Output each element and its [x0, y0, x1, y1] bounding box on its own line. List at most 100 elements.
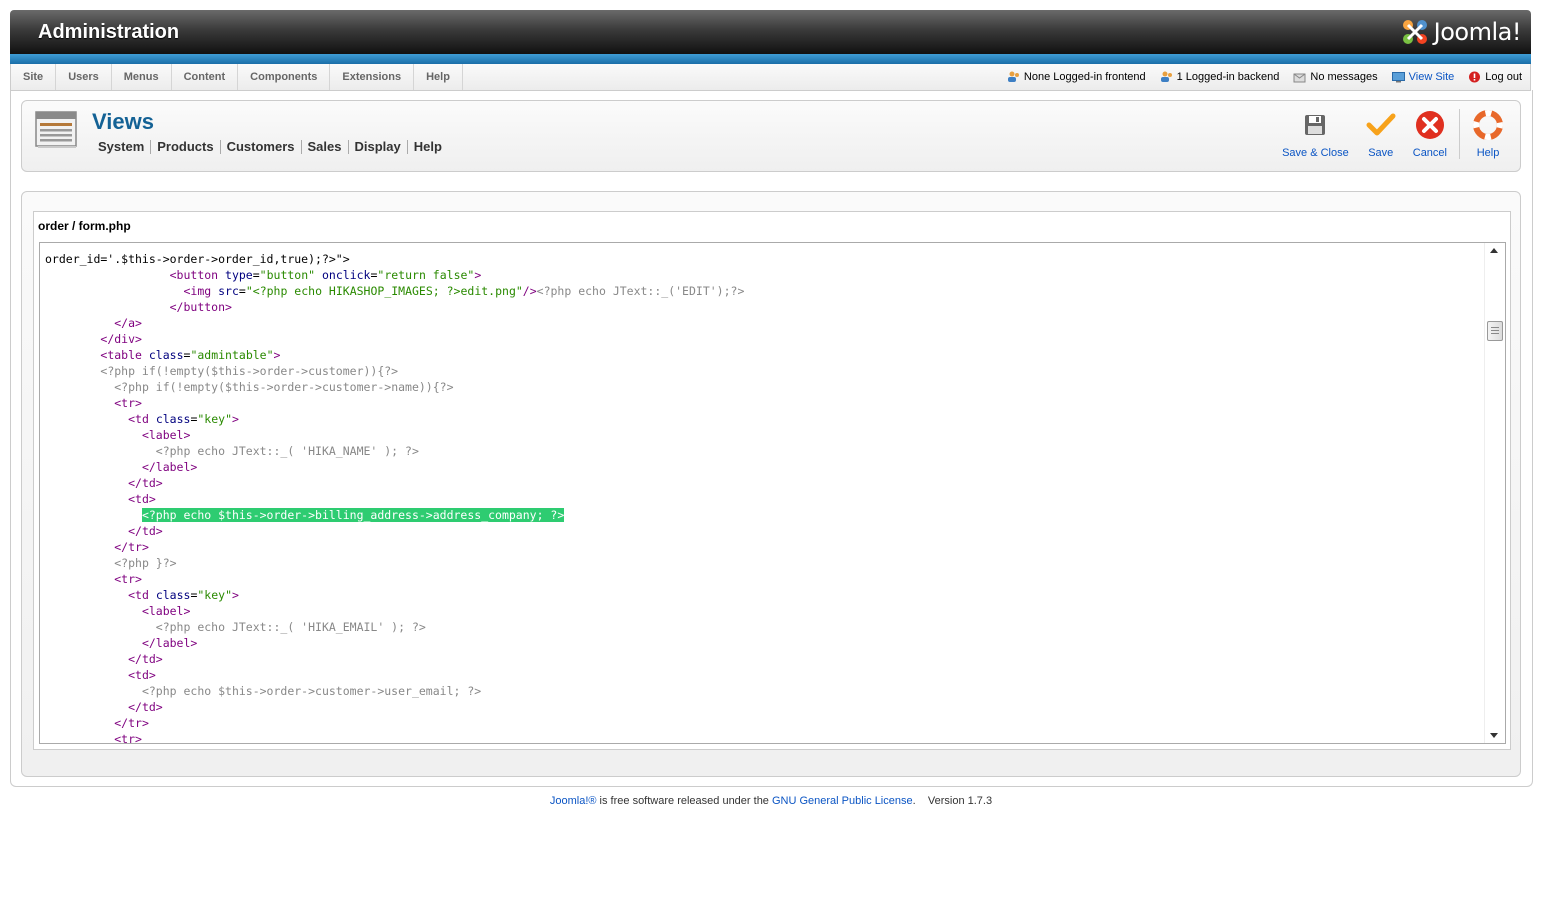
code-line: </label>: [141, 460, 198, 474]
frontend-status-text: None Logged-in frontend: [1023, 71, 1146, 83]
menu-item-users[interactable]: Users: [56, 64, 112, 90]
menu-item-components[interactable]: Components: [238, 64, 331, 90]
code-line: </button>: [169, 300, 232, 314]
help-button[interactable]: Help: [1464, 109, 1512, 159]
backend-status-text: 1 Logged-in backend: [1176, 71, 1280, 83]
toolbar-divider: [1459, 109, 1460, 159]
page-title: Views: [92, 109, 154, 134]
cancel-button[interactable]: Cancel: [1405, 109, 1455, 159]
toolbar-buttons: Save & Close Save Cancel Help: [1274, 109, 1512, 159]
save-button[interactable]: Save: [1357, 109, 1405, 159]
floppy-disk-icon: [1305, 115, 1326, 135]
messages-status[interactable]: No messages: [1293, 71, 1378, 83]
status-bar: None Logged-in frontend 1 Logged-in back…: [1007, 64, 1522, 90]
code-line: order_id='.$this->order->order_id,true);…: [45, 252, 350, 266]
code-line: <?php }?>: [114, 556, 177, 570]
logout-link[interactable]: Log out: [1468, 71, 1522, 83]
code-line: <?php if(!empty($this->order->customer))…: [100, 364, 399, 378]
code-line: <img src="<?php echo HIKASHOP_IMAGES; ?>…: [183, 284, 745, 298]
code-line: <tr>: [114, 732, 142, 743]
code-line: </tr>: [114, 716, 149, 730]
submenu-item-products[interactable]: Products: [150, 140, 219, 154]
scroll-thumb[interactable]: [1487, 321, 1503, 341]
code-line: <tr>: [114, 572, 142, 586]
cancel-label: Cancel: [1412, 147, 1447, 159]
code-line: </label>: [141, 636, 198, 650]
monitor-icon: [1391, 72, 1405, 83]
users-icon: [1007, 71, 1019, 82]
menu-item-help[interactable]: Help: [414, 64, 463, 90]
code-line: <?php echo JText::_( 'HIKA_EMAIL' ); ?>: [155, 620, 426, 634]
menu-item-content[interactable]: Content: [172, 64, 239, 90]
code-line: <?php if(!empty($this->order->customer->…: [114, 380, 454, 394]
footer-text: is free software released under the: [596, 795, 772, 807]
admin-header: Administration Joomla!: [10, 10, 1531, 54]
code-line: </td>: [128, 476, 163, 490]
menu-item-extensions[interactable]: Extensions: [330, 64, 415, 90]
code-line: <button type="button" onclick="return fa…: [169, 268, 482, 282]
code-viewport: order_id='.$this->order->order_id,true);…: [40, 243, 1484, 743]
code-line: <?php echo JText::_( 'HIKA_NAME' ); ?>: [155, 444, 419, 458]
selected-code-highlight: <?php echo $this->order->billing_address…: [141, 508, 565, 522]
lifebuoy-icon: [1473, 110, 1503, 140]
joomla-logo: Joomla!: [1400, 16, 1522, 48]
code-line: <?php echo $this->order->billing_address…: [40, 507, 744, 523]
code-line: <?php echo $this->order->customer->user_…: [141, 684, 482, 698]
help-label: Help: [1476, 147, 1500, 159]
checkmark-icon: [1366, 113, 1396, 136]
code-line: </td>: [128, 652, 163, 666]
content-box: order / form.php order_id='.$this->order…: [21, 191, 1521, 777]
code-line: <td class="key">: [128, 588, 239, 602]
code-line: <label>: [141, 428, 191, 442]
messages-icon: [1293, 73, 1306, 83]
toolbar-box: Views System Products Customers Sales Di…: [21, 100, 1521, 172]
submenu-item-system[interactable]: System: [92, 140, 150, 154]
header-accent-bar: [10, 54, 1531, 64]
code-line: <table class="admintable">: [100, 348, 281, 362]
code-line: </div>: [100, 332, 142, 346]
joomla-logo-icon: [1402, 20, 1427, 44]
code-line: <td class="key">: [128, 412, 239, 426]
code-line: </a>: [114, 316, 142, 330]
views-icon: [35, 111, 77, 148]
view-site-text: View Site: [1408, 71, 1455, 83]
save-label: Save: [1368, 147, 1394, 159]
code-line: </td>: [128, 524, 163, 538]
save-close-button[interactable]: Save & Close: [1274, 109, 1357, 159]
users-icon: [1160, 71, 1172, 82]
code-lines: order_id='.$this->order->order_id,true);…: [40, 243, 744, 743]
scroll-down-arrow-icon[interactable]: [1490, 733, 1498, 738]
submenu-item-display[interactable]: Display: [347, 140, 407, 154]
code-line: <td>: [128, 492, 156, 506]
submenu-item-customers[interactable]: Customers: [219, 140, 301, 154]
code-line: <td>: [128, 668, 156, 682]
code-line: <label>: [141, 604, 191, 618]
footer-joomla-link[interactable]: Joomla!®: [550, 795, 597, 807]
logout-icon: [1469, 71, 1481, 83]
code-line: </td>: [128, 700, 163, 714]
messages-status-text: No messages: [1310, 71, 1378, 83]
menu-item-menus[interactable]: Menus: [112, 64, 172, 90]
code-editor[interactable]: order_id='.$this->order->order_id,true);…: [39, 242, 1506, 744]
logo-text: Joomla!: [1433, 18, 1522, 46]
view-site-link[interactable]: View Site: [1391, 71, 1455, 83]
submenu-item-sales[interactable]: Sales: [300, 140, 348, 154]
frontend-users-status: None Logged-in frontend: [1007, 71, 1146, 83]
scroll-up-arrow-icon[interactable]: [1490, 248, 1498, 253]
save-close-label: Save & Close: [1282, 147, 1349, 159]
footer-dot: .: [912, 795, 928, 807]
file-title: order / form.php: [38, 219, 131, 233]
logout-text: Log out: [1485, 71, 1522, 83]
editor-scrollbar[interactable]: [1484, 243, 1505, 743]
submenu: System Products Customers Sales Display …: [92, 140, 448, 154]
code-line: <tr>: [114, 396, 142, 410]
top-menubar: Site Users Menus Content Components Exte…: [10, 64, 1531, 91]
header-title: Administration: [38, 21, 180, 43]
footer: Joomla!® is free software released under…: [0, 795, 1542, 807]
code-line: </tr>: [114, 540, 149, 554]
backend-users-status: 1 Logged-in backend: [1160, 71, 1280, 83]
editor-fieldset: order / form.php order_id='.$this->order…: [33, 211, 1511, 750]
submenu-item-help[interactable]: Help: [406, 140, 448, 154]
footer-license-link[interactable]: GNU General Public License: [772, 795, 913, 807]
menu-item-site[interactable]: Site: [11, 64, 57, 90]
